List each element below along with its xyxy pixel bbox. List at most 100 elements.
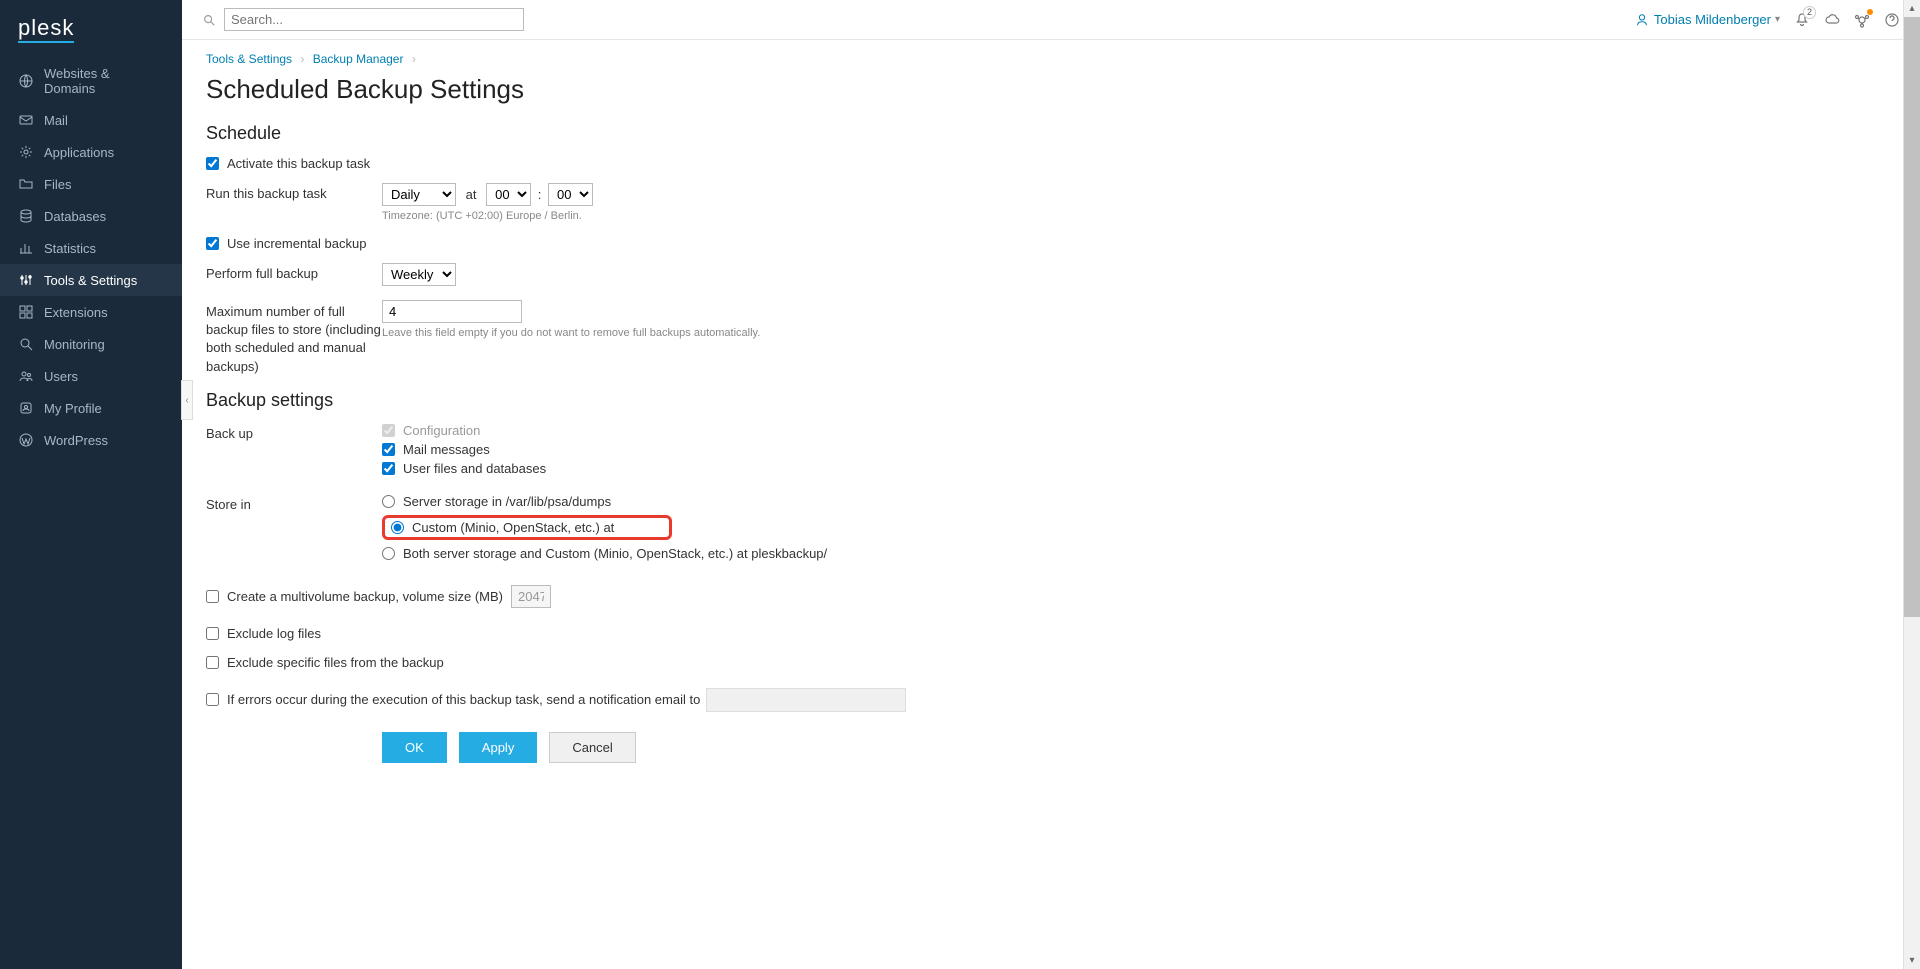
exclude-specific-row: Exclude specific files from the backup bbox=[206, 655, 1896, 670]
multivolume-checkbox[interactable] bbox=[206, 590, 219, 603]
nav-users[interactable]: Users bbox=[0, 360, 182, 392]
nav-label: My Profile bbox=[44, 401, 102, 416]
nav-label: Databases bbox=[44, 209, 106, 224]
nav-applications[interactable]: Applications bbox=[0, 136, 182, 168]
breadcrumb-tools[interactable]: Tools & Settings bbox=[206, 52, 292, 66]
nav-label: Websites & Domains bbox=[44, 66, 164, 96]
scroll-thumb[interactable] bbox=[1904, 17, 1920, 617]
incremental-checkbox[interactable] bbox=[206, 237, 219, 250]
store-both-radio[interactable] bbox=[382, 547, 395, 560]
nav-extensions[interactable]: Extensions bbox=[0, 296, 182, 328]
chevron-right-icon: › bbox=[300, 52, 304, 66]
multivolume-row: Create a multivolume backup, volume size… bbox=[206, 585, 1896, 608]
nav-files[interactable]: Files bbox=[0, 168, 182, 200]
max-files-row: Maximum number of full backup files to s… bbox=[206, 300, 1896, 376]
user-name: Tobias Mildenberger bbox=[1654, 12, 1771, 27]
search-icon bbox=[18, 336, 34, 352]
mail-checkbox[interactable] bbox=[382, 443, 395, 456]
topbar-right: Tobias Mildenberger ▾ 2 bbox=[1635, 12, 1900, 28]
notify-label: If errors occur during the execution of … bbox=[227, 692, 700, 707]
search-input[interactable] bbox=[224, 8, 524, 31]
topbar: Tobias Mildenberger ▾ 2 bbox=[182, 0, 1920, 40]
user-menu[interactable]: Tobias Mildenberger ▾ bbox=[1635, 12, 1780, 27]
database-icon bbox=[18, 208, 34, 224]
multivolume-label: Create a multivolume backup, volume size… bbox=[227, 589, 503, 604]
help-icon[interactable] bbox=[1884, 12, 1900, 28]
notify-row: If errors occur during the execution of … bbox=[206, 688, 1896, 712]
exclude-specific-label: Exclude specific files from the backup bbox=[227, 655, 444, 670]
nav-statistics[interactable]: Statistics bbox=[0, 232, 182, 264]
configuration-checkbox bbox=[382, 424, 395, 437]
section-backup: Backup settings bbox=[206, 390, 1896, 411]
nav-label: Applications bbox=[44, 145, 114, 160]
userfiles-checkbox[interactable] bbox=[382, 462, 395, 475]
main: Tobias Mildenberger ▾ 2 ‹ bbox=[182, 0, 1920, 969]
nav-tools-settings[interactable]: Tools & Settings bbox=[0, 264, 182, 296]
nav-label: Users bbox=[44, 369, 78, 384]
exclude-specific-checkbox[interactable] bbox=[206, 656, 219, 669]
mail-label: Mail messages bbox=[403, 442, 490, 457]
max-files-input[interactable] bbox=[382, 300, 522, 323]
nav-label: Statistics bbox=[44, 241, 96, 256]
at-label: at bbox=[466, 187, 477, 202]
nav-wordpress[interactable]: WordPress bbox=[0, 424, 182, 456]
backup-content-label: Back up bbox=[206, 423, 382, 441]
page-title: Scheduled Backup Settings bbox=[206, 74, 1896, 105]
extension-icon[interactable] bbox=[1854, 12, 1870, 28]
notify-checkbox[interactable] bbox=[206, 693, 219, 706]
sliders-icon bbox=[18, 272, 34, 288]
folder-icon bbox=[18, 176, 34, 192]
incremental-label: Use incremental backup bbox=[227, 236, 366, 251]
chevron-right-icon: › bbox=[412, 52, 416, 66]
bell-icon[interactable]: 2 bbox=[1794, 12, 1810, 28]
store-custom-radio[interactable] bbox=[391, 521, 404, 534]
search-wrap bbox=[202, 8, 1635, 31]
nav-label: Mail bbox=[44, 113, 68, 128]
breadcrumb-backup-mgr[interactable]: Backup Manager bbox=[313, 52, 404, 66]
run-task-label: Run this backup task bbox=[206, 183, 382, 201]
chevron-down-icon: ▾ bbox=[1775, 14, 1780, 25]
badge-icon bbox=[18, 400, 34, 416]
activate-row: Activate this backup task bbox=[206, 156, 1896, 171]
breadcrumb: Tools & Settings › Backup Manager › bbox=[206, 52, 1896, 66]
multivolume-size-input bbox=[511, 585, 551, 608]
cloud-icon[interactable] bbox=[1824, 12, 1840, 28]
ok-button[interactable]: OK bbox=[382, 732, 447, 763]
nav-websites-domains[interactable]: Websites & Domains bbox=[0, 58, 182, 104]
full-backup-select[interactable]: Weekly bbox=[382, 263, 456, 286]
nav-databases[interactable]: Databases bbox=[0, 200, 182, 232]
nav-monitoring[interactable]: Monitoring bbox=[0, 328, 182, 360]
nav-mail[interactable]: Mail bbox=[0, 104, 182, 136]
sidebar: plesk Websites & Domains Mail Applicatio… bbox=[0, 0, 182, 969]
brand-logo: plesk bbox=[0, 0, 182, 58]
activate-checkbox[interactable] bbox=[206, 157, 219, 170]
userfiles-label: User files and databases bbox=[403, 461, 546, 476]
backup-content-row: Back up Configuration Mail messages User… bbox=[206, 423, 1896, 480]
incremental-row: Use incremental backup bbox=[206, 236, 1896, 251]
nav-my-profile[interactable]: My Profile bbox=[0, 392, 182, 424]
nav-label: Tools & Settings bbox=[44, 273, 137, 288]
wordpress-icon bbox=[18, 432, 34, 448]
store-in-label: Store in bbox=[206, 494, 382, 512]
sidebar-collapse-toggle[interactable]: ‹ bbox=[181, 380, 193, 420]
store-in-row: Store in Server storage in /var/lib/psa/… bbox=[206, 494, 1896, 567]
store-custom-label: Custom (Minio, OpenStack, etc.) at bbox=[412, 520, 614, 535]
apply-button[interactable]: Apply bbox=[459, 732, 538, 763]
search-icon bbox=[202, 13, 216, 27]
scroll-down-arrow[interactable]: ▾ bbox=[1904, 952, 1920, 969]
nav-label: Monitoring bbox=[44, 337, 105, 352]
vertical-scrollbar[interactable]: ▴ ▾ bbox=[1903, 0, 1920, 969]
frequency-select[interactable]: Daily bbox=[382, 183, 456, 206]
activate-label: Activate this backup task bbox=[227, 156, 370, 171]
cancel-button[interactable]: Cancel bbox=[549, 732, 635, 763]
minute-select[interactable]: 00 bbox=[548, 183, 593, 206]
exclude-log-checkbox[interactable] bbox=[206, 627, 219, 640]
gear-icon bbox=[18, 144, 34, 160]
envelope-icon bbox=[18, 112, 34, 128]
scroll-up-arrow[interactable]: ▴ bbox=[1904, 0, 1920, 17]
nav-label: WordPress bbox=[44, 433, 108, 448]
users-icon bbox=[18, 368, 34, 384]
hour-select[interactable]: 00 bbox=[486, 183, 531, 206]
bar-chart-icon bbox=[18, 240, 34, 256]
store-server-radio[interactable] bbox=[382, 495, 395, 508]
